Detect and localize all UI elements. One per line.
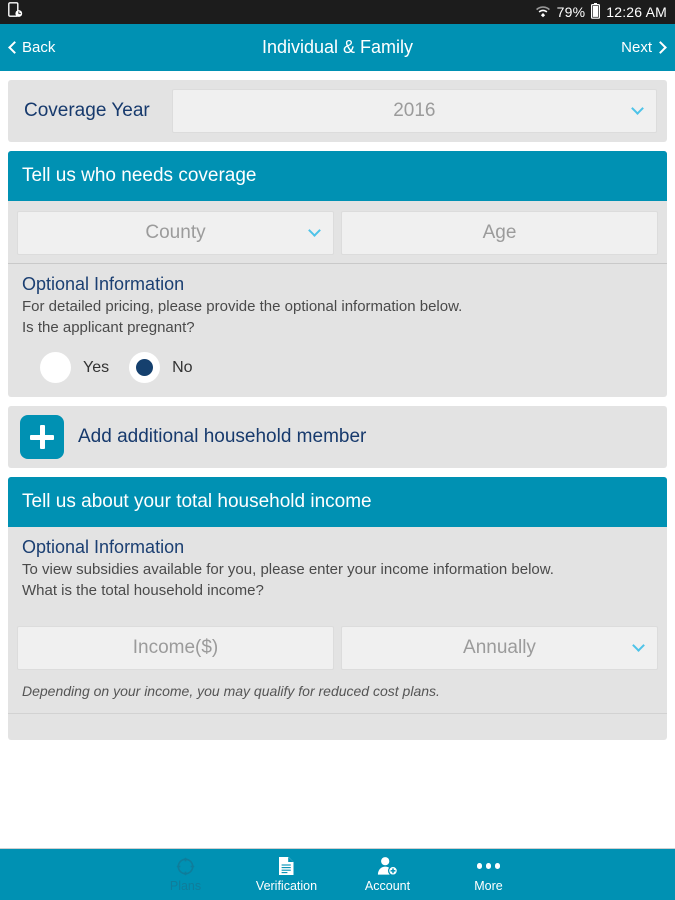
battery-icon — [591, 2, 601, 22]
income-row: Income($) Annually — [8, 616, 667, 678]
page-title: Individual & Family — [261, 37, 414, 57]
pregnancy-question-label: Is the applicant pregnant? — [22, 318, 195, 336]
pregnancy-radio-group: Yes No — [22, 352, 653, 384]
income-frequency-select[interactable]: Annually — [341, 625, 658, 670]
household-income-body: Optional Information To view subsidies a… — [8, 527, 667, 739]
radio-yes-label: Yes — [83, 358, 110, 376]
card-tail-spacer — [8, 714, 667, 740]
person-add-icon — [377, 857, 398, 876]
tab-list: Plans Verification Account More — [135, 857, 539, 893]
battery-percent-label: 79% — [556, 4, 586, 20]
app-header: Back Individual & Family Next — [0, 24, 675, 71]
coverage-year-label: Coverage Year — [24, 100, 150, 121]
chevron-left-icon — [8, 41, 21, 54]
document-icon — [278, 857, 295, 876]
status-bar-left — [8, 1, 23, 23]
add-household-member-label: Add additional household member — [78, 426, 367, 448]
age-input[interactable]: Age — [341, 211, 658, 255]
who-needs-coverage-card: Tell us who needs coverage County Age Op… — [8, 151, 667, 398]
radio-yes[interactable] — [40, 352, 71, 384]
next-button-label: Next — [621, 39, 652, 56]
tab-more-label: More — [474, 878, 503, 893]
coverage-year-value: 2016 — [393, 100, 436, 121]
tab-more[interactable]: More — [438, 857, 539, 893]
add-household-member-card[interactable]: Add additional household member — [8, 406, 667, 469]
radio-no-label: No — [172, 358, 193, 376]
optional-information-line-1: For detailed pricing, please provide the… — [22, 298, 463, 315]
wifi-icon — [535, 4, 551, 21]
coverage-year-card: Coverage Year 2016 — [8, 80, 667, 142]
device-sync-icon — [8, 1, 23, 23]
next-button[interactable]: Next — [621, 39, 667, 56]
add-household-member-row[interactable]: Add additional household member — [8, 406, 667, 468]
ellipsis-icon — [476, 857, 501, 876]
coverage-year-select[interactable]: 2016 — [171, 89, 657, 133]
chevron-down-icon — [632, 638, 645, 652]
tab-plans-label: Plans — [169, 878, 202, 893]
county-select[interactable]: County — [17, 211, 334, 255]
status-bar-right: 79% 12:26 AM — [535, 2, 667, 22]
county-placeholder-label: County — [145, 222, 206, 243]
income-placeholder-label: Income($) — [132, 636, 219, 658]
target-icon — [176, 857, 195, 876]
back-button[interactable]: Back — [8, 39, 56, 56]
chevron-right-icon — [654, 41, 667, 54]
income-frequency-value: Annually — [463, 636, 536, 658]
age-placeholder-label: Age — [482, 222, 517, 243]
radio-dot — [136, 359, 154, 377]
bottom-tab-bar: Plans Verification Account More — [0, 848, 675, 900]
household-income-header: Tell us about your total household incom… — [8, 477, 667, 528]
optional-information-title: Optional Information — [22, 537, 185, 558]
county-age-row: County Age — [8, 201, 667, 263]
back-button-label: Back — [22, 39, 56, 56]
chevron-down-icon — [308, 224, 321, 237]
tab-plans[interactable]: Plans — [135, 857, 236, 893]
optional-information-line-1: To view subsidies available for you, ple… — [22, 561, 554, 579]
status-bar-clock: 12:26 AM — [606, 4, 667, 20]
radio-no[interactable] — [129, 352, 161, 384]
chevron-down-icon — [631, 102, 644, 115]
main-content: Coverage Year 2016 Tell us who needs cov… — [0, 80, 675, 740]
income-optional-block: Optional Information To view subsidies a… — [8, 527, 667, 615]
who-needs-coverage-body: County Age Optional Information For deta… — [8, 201, 667, 397]
tab-account[interactable]: Account — [337, 857, 438, 893]
tab-verification[interactable]: Verification — [236, 857, 337, 893]
status-bar: 79% 12:26 AM — [0, 0, 675, 24]
household-income-card: Tell us about your total household incom… — [8, 477, 667, 740]
app-root: 79% 12:26 AM Back Individual & Family Ne… — [0, 0, 675, 900]
pregnancy-optional-block: Optional Information For detailed pricin… — [8, 264, 667, 397]
tab-account-label: Account — [364, 878, 411, 893]
optional-information-title: Optional Information — [22, 274, 185, 294]
tab-verification-label: Verification — [255, 878, 318, 893]
coverage-year-row: Coverage Year 2016 — [8, 80, 667, 142]
who-needs-coverage-header: Tell us who needs coverage — [8, 151, 667, 201]
income-question-label: What is the total household income? — [22, 582, 264, 600]
plus-icon[interactable] — [20, 415, 64, 460]
income-input[interactable]: Income($) — [17, 625, 334, 670]
income-note: Depending on your income, you may qualif… — [22, 682, 440, 699]
